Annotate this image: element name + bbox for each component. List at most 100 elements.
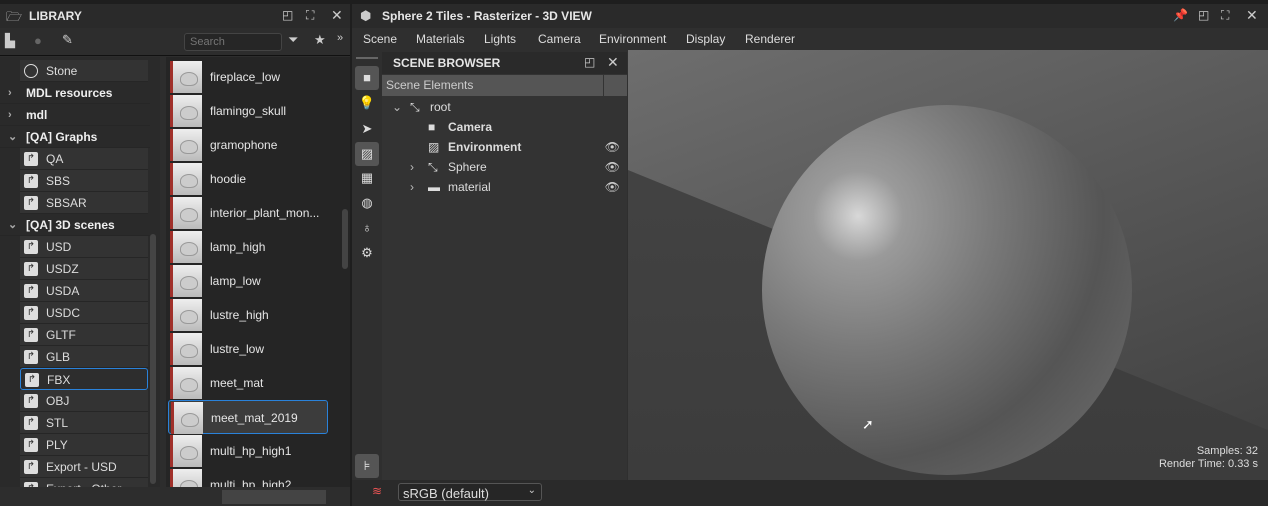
tree-item[interactable]: ↱ Export - USD (20, 456, 148, 478)
asset-item[interactable]: multi_hp_high2 (168, 468, 328, 487)
filter-icon[interactable]: ⏷ (288, 32, 298, 48)
tree-item[interactable]: › MDL resources (0, 82, 150, 104)
shortcut-icon: ↱ (24, 416, 38, 430)
chevron-down-icon[interactable]: ⌄ (8, 126, 17, 148)
chevron-down-icon[interactable]: ⌄ (8, 214, 17, 236)
close-icon[interactable]: ✕ (607, 54, 619, 71)
asset-scrollbar[interactable] (342, 209, 348, 269)
environment-icon: ▨ (428, 140, 440, 154)
tree-item[interactable]: ⌄ [QA] 3D scenes (0, 214, 150, 236)
toolbar-grip[interactable] (356, 57, 378, 59)
menu-display[interactable]: Display (686, 28, 725, 50)
layers-icon[interactable]: ≋ (372, 484, 382, 498)
asset-item[interactable]: hoodie (168, 162, 328, 196)
eye-icon[interactable]: 👁 (605, 177, 620, 197)
scene-item-label: Camera (448, 120, 493, 134)
tree-item[interactable]: ↱ OBJ (20, 390, 148, 412)
asset-item[interactable]: flamingo_skull (168, 94, 328, 128)
asset-item[interactable]: meet_mat_2019 (168, 400, 328, 434)
tree-item-label: GLTF (46, 328, 76, 342)
asset-item[interactable]: lustre_low (168, 332, 328, 366)
column-spacer (604, 75, 627, 96)
chevron-right-icon[interactable]: › (8, 82, 12, 104)
close-icon[interactable]: ✕ (331, 7, 343, 24)
tree-item[interactable]: ↱ PLY (20, 434, 148, 456)
tree-item[interactable]: ↱ GLB (20, 346, 148, 368)
menu-environment[interactable]: Environment (599, 28, 666, 50)
tree-item[interactable]: ⌄ [QA] Graphs (0, 126, 150, 148)
asset-item[interactable]: multi_hp_high1 (168, 434, 328, 468)
color-space-select[interactable]: sRGB (default) ⌄ (398, 483, 542, 501)
tree-item[interactable]: ↱ SBS (20, 170, 148, 192)
tree-item-label: SBSAR (46, 196, 87, 210)
menu-materials[interactable]: Materials (416, 28, 465, 50)
float-panel-icon[interactable]: ◰ (1198, 8, 1209, 22)
asset-thumbnail (170, 95, 202, 127)
menu-camera[interactable]: Camera (538, 28, 581, 50)
chevron-right-icon[interactable]: › (410, 177, 414, 197)
scene-tree-toggle-icon[interactable]: ⊧ (355, 454, 379, 478)
scene-item[interactable]: ▨ Environment 👁 (384, 137, 626, 157)
checker-icon[interactable]: ▦ (355, 166, 379, 190)
menu-lights[interactable]: Lights (484, 28, 516, 50)
float-panel-icon[interactable]: ◰ (282, 8, 293, 22)
new-folder-icon[interactable]: ▙ (5, 33, 15, 49)
asset-item[interactable]: lamp_high (168, 230, 328, 264)
tree-item[interactable]: › mdl (0, 104, 150, 126)
maximize-icon[interactable]: ⛶ (1221, 8, 1229, 23)
asset-item[interactable]: lustre_high (168, 298, 328, 332)
tree-item[interactable]: ↱ USD (20, 236, 148, 258)
more-chevron-icon[interactable]: » (337, 32, 343, 44)
edit-pencil-icon[interactable]: ✎ (62, 32, 73, 48)
tree-scrollbar[interactable] (150, 234, 156, 484)
chevron-down-icon[interactable]: ⌄ (392, 97, 402, 117)
asset-item[interactable]: lamp_low (168, 264, 328, 298)
asset-item[interactable]: fireplace_low (168, 60, 328, 94)
menu-renderer[interactable]: Renderer (745, 28, 795, 50)
tree-item[interactable]: ↱ USDZ (20, 258, 148, 280)
asset-item[interactable]: meet_mat (168, 366, 328, 400)
maximize-icon[interactable]: ⛶ (306, 8, 314, 23)
sphere-icon (24, 64, 38, 78)
pin-icon[interactable]: 📌 (1173, 8, 1188, 22)
asset-item[interactable]: interior_plant_mon... (168, 196, 328, 230)
eye-icon[interactable]: 👁 (605, 157, 620, 177)
chevron-right-icon[interactable]: › (8, 104, 12, 126)
shortcut-icon: ↱ (24, 394, 38, 408)
light-bulb-icon[interactable]: 💡 (355, 91, 379, 115)
environment-tool-icon[interactable]: ▨ (355, 142, 379, 166)
material-icon[interactable]: ◍ (355, 191, 379, 215)
scene-item[interactable]: › ▬ material 👁 (384, 177, 626, 197)
tree-item[interactable]: ↱ Export - Other (20, 478, 148, 487)
asset-item[interactable]: gramophone (168, 128, 328, 162)
tree-item[interactable]: ↱ USDC (20, 302, 148, 324)
light-probe-icon[interactable]: ♁ (355, 216, 379, 240)
search-input[interactable] (184, 33, 282, 51)
scene-elements-column[interactable]: Scene Elements (382, 75, 603, 96)
eye-icon[interactable]: 👁 (605, 137, 620, 157)
settings-icon[interactable]: ⚙ (355, 241, 379, 265)
tree-item[interactable]: ↱ SBSAR (20, 192, 148, 214)
tree-item[interactable]: ↱ USDA (20, 280, 148, 302)
scene-item[interactable]: › ⤡ Sphere 👁 (384, 157, 626, 177)
tree-item[interactable]: ↱ GLTF (20, 324, 148, 346)
scene-item[interactable]: ⌄ ⤡ root (384, 97, 626, 117)
favorite-add-icon[interactable]: ★ (314, 32, 326, 48)
horizontal-scrollbar[interactable] (222, 490, 326, 504)
scene-item[interactable]: ■ Camera (384, 117, 626, 137)
select-arrow-icon[interactable]: ➤ (355, 117, 379, 141)
tree-item[interactable]: ↱ STL (20, 412, 148, 434)
camera-tool-icon[interactable]: ■ (355, 66, 379, 90)
float-panel-icon[interactable]: ◰ (584, 55, 595, 69)
viewport[interactable]: Samples: 32 Render Time: 0.33 s ➚ (628, 50, 1268, 480)
tree-item-label: SBS (46, 174, 71, 188)
chevron-right-icon[interactable]: › (410, 157, 414, 177)
tree-item[interactable]: ↱ FBX (20, 368, 148, 390)
asset-label: meet_mat (210, 376, 264, 390)
tree-item[interactable]: ↱ QA (20, 148, 148, 170)
tree-item[interactable]: Stone (20, 60, 148, 82)
close-icon[interactable]: ✕ (1246, 7, 1258, 24)
cube-icon: ⬢ (360, 8, 372, 23)
menu-scene[interactable]: Scene (363, 28, 397, 50)
asset-label: multi_hp_high2 (210, 478, 292, 487)
